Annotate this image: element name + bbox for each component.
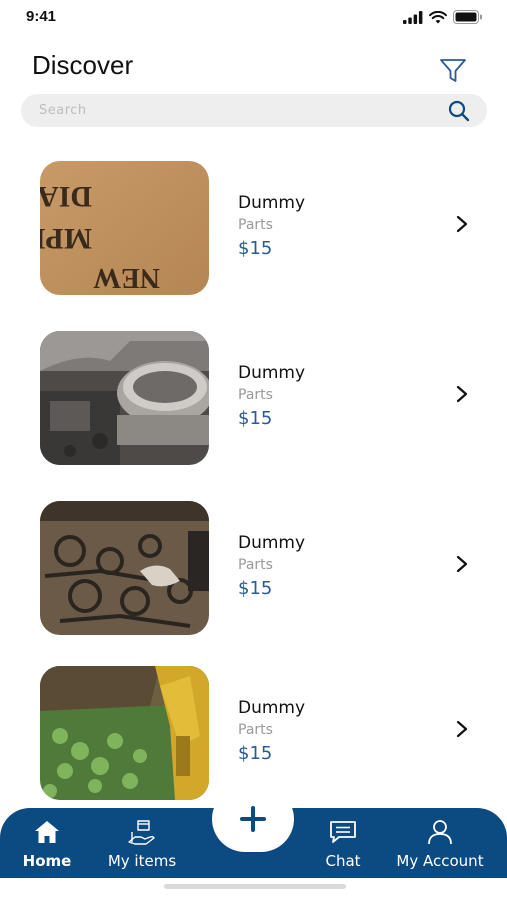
tab-my-account-label: My Account <box>396 852 484 870</box>
search-bar <box>21 94 487 127</box>
item-price: $15 <box>238 578 273 599</box>
metal-engine-part-photo <box>40 331 209 465</box>
filter-button[interactable] <box>436 56 470 86</box>
battery-icon <box>453 10 482 24</box>
tab-my-items-label: My items <box>107 852 177 870</box>
status-time: 9:41 <box>26 8 57 25</box>
item-name: Dummy <box>238 698 306 718</box>
home-icon <box>35 821 59 843</box>
yellow-machinery-photo <box>40 666 209 800</box>
scrap-parts-pile-photo <box>40 501 209 635</box>
tab-home-label: Home <box>22 852 72 870</box>
item-name: Dummy <box>238 363 306 383</box>
chevron-right-icon[interactable] <box>452 554 472 574</box>
radiator-box-photo: DIATOR MPLETE NEW <box>40 161 209 295</box>
chevron-right-icon[interactable] <box>452 214 472 234</box>
search-icon[interactable] <box>447 99 471 123</box>
tab-my-account[interactable]: My Account <box>386 808 494 878</box>
home-indicator[interactable] <box>164 884 346 889</box>
filter-icon <box>440 59 466 82</box>
svg-text:MPLETE: MPLETE <box>40 222 92 255</box>
item-price: $15 <box>238 238 273 259</box>
home-indicator-area <box>0 878 507 900</box>
list-item[interactable]: Dummy Parts $15 <box>0 666 507 806</box>
wifi-icon <box>429 10 447 23</box>
search-input[interactable] <box>39 94 429 127</box>
item-name: Dummy <box>238 193 306 213</box>
status-bar: 9:41 <box>0 0 507 40</box>
chevron-right-icon[interactable] <box>452 719 472 739</box>
list-item[interactable]: Dummy Parts $15 <box>0 501 507 641</box>
user-icon <box>428 820 452 845</box>
svg-text:NEW: NEW <box>93 262 160 293</box>
plus-icon <box>240 806 266 832</box>
list-item[interactable]: Dummy Parts $15 <box>0 331 507 471</box>
tab-chat-label: Chat <box>325 852 361 870</box>
item-category: Parts <box>238 557 273 573</box>
add-item-button[interactable] <box>212 786 294 852</box>
chat-bubble-icon <box>330 821 356 843</box>
cellular-signal-icon <box>403 10 423 24</box>
item-name: Dummy <box>238 533 306 553</box>
item-category: Parts <box>238 722 273 738</box>
tab-my-items[interactable]: My items <box>100 808 184 878</box>
svg-text:DIATOR: DIATOR <box>40 180 92 213</box>
item-category: Parts <box>238 387 273 403</box>
chevron-right-icon[interactable] <box>452 384 472 404</box>
tab-home[interactable]: Home <box>14 808 80 878</box>
list-item[interactable]: DIATOR MPLETE NEW Dummy Parts $15 <box>0 161 507 301</box>
item-price: $15 <box>238 743 273 764</box>
tab-chat[interactable]: Chat <box>318 808 368 878</box>
hand-box-icon <box>128 820 155 845</box>
item-price: $15 <box>238 408 273 429</box>
page-title: Discover <box>32 50 134 80</box>
status-icons <box>403 10 483 24</box>
item-category: Parts <box>238 217 273 233</box>
